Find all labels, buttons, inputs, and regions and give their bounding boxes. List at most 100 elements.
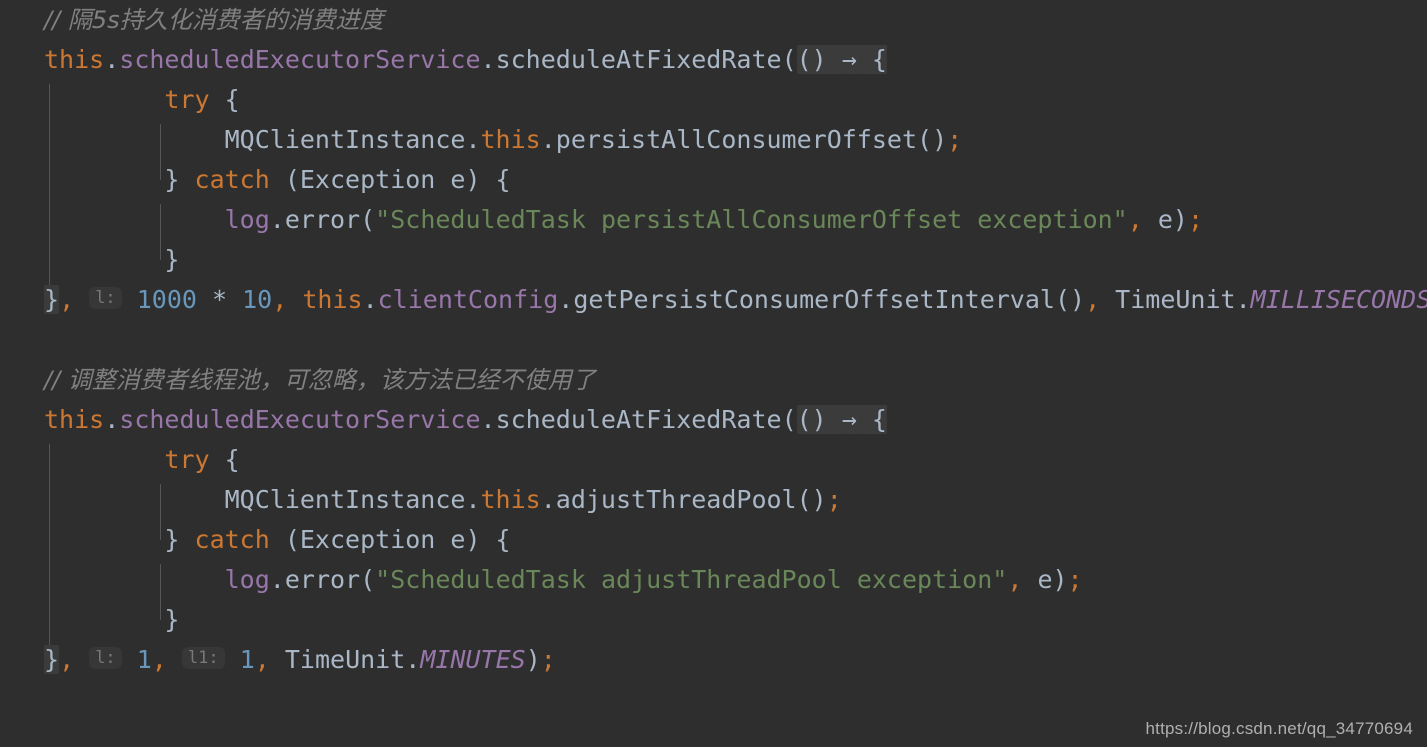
code-token-meth: persistAllConsumerOffset [555, 125, 918, 154]
code-token-kw: catch [194, 525, 270, 554]
code-token-plain: → [841, 45, 857, 74]
inlay-parameter-hint: l: [89, 647, 122, 669]
code-token-plain: e) [1142, 205, 1188, 234]
code-line[interactable]: try { [0, 80, 1427, 120]
code-token-plain: MQClientInstance [44, 485, 466, 514]
code-token-fld: log [224, 565, 270, 594]
code-token-kw: this [480, 485, 541, 514]
code-token-meth: error [284, 565, 361, 594]
code-token-kw: this [302, 285, 363, 314]
code-token-meth: error [284, 205, 361, 234]
code-token-plain: } [44, 245, 180, 274]
inlay-parameter-hint: l: [89, 287, 122, 309]
code-token-plain: . [104, 405, 120, 434]
code-token-punc: , [59, 645, 75, 674]
code-token-plain: ) [525, 645, 541, 674]
code-token-meth: getPersistConsumerOffsetInterval [573, 285, 1055, 314]
code-line[interactable]: }, l: 1000 * 10, this.clientConfig.getPe… [0, 280, 1427, 320]
code-token-num: 1000 [136, 285, 197, 314]
code-line[interactable]: try { [0, 440, 1427, 480]
code-line[interactable]: // 调整消费者线程池，可忽略，该方法已经不使用了 [0, 360, 1427, 400]
code-token-plain: } [44, 165, 195, 194]
code-token-fld: scheduledExecutorService [119, 405, 481, 434]
code-line[interactable]: }, l: 1, l1: 1, TimeUnit.MINUTES); [0, 640, 1427, 680]
code-token-plain: . [269, 565, 285, 594]
code-token-plain: { [856, 45, 887, 74]
code-token-cnst: MILLISECONDS [1250, 285, 1427, 314]
code-token-plain: (Exception e) { [269, 525, 511, 554]
code-token-kw: try [164, 85, 210, 114]
code-token-plain: () [917, 125, 948, 154]
code-line[interactable]: log.error("ScheduledTask adjustThreadPoo… [0, 560, 1427, 600]
code-token-plain: { [209, 445, 240, 474]
code-token-punc: , [1007, 565, 1023, 594]
inlay-parameter-hint: l1: [181, 647, 225, 669]
code-token-punc: ; [1067, 565, 1083, 594]
code-token-plain: . [269, 205, 285, 234]
code-token-meth: adjustThreadPool [555, 485, 797, 514]
code-token-plain: } [44, 285, 60, 314]
code-content[interactable]: // 隔5s持久化消费者的消费进度 this.scheduledExecutorS… [0, 0, 1427, 680]
code-token-punc: , [59, 285, 75, 314]
code-token-num: 10 [242, 285, 273, 314]
code-token-num: 1 [239, 645, 255, 674]
code-token-plain: ( [781, 405, 797, 434]
code-token-punc: , [151, 645, 167, 674]
watermark-url: https://blog.csdn.net/qq_34770694 [1145, 719, 1413, 738]
code-token-punc: , [272, 285, 288, 314]
code-token-plain: . [465, 125, 481, 154]
code-token-str: "ScheduledTask adjustThreadPool exceptio… [375, 565, 1008, 594]
code-token-plain: ( [360, 565, 376, 594]
code-line[interactable]: this.scheduledExecutorService.scheduleAt… [0, 400, 1427, 440]
code-token-plain: { [209, 85, 240, 114]
code-token-plain: MQClientInstance [44, 125, 466, 154]
code-token-fld: log [224, 205, 270, 234]
code-token-plain: . [480, 45, 496, 74]
code-token-plain: . [465, 485, 481, 514]
code-token-punc: ; [826, 485, 842, 514]
code-editor[interactable]: // 隔5s持久化消费者的消费进度 this.scheduledExecutorS… [0, 0, 1427, 747]
code-line[interactable] [0, 320, 1427, 360]
code-token-plain: . [558, 285, 574, 314]
code-token-meth: scheduleAtFixedRate [495, 45, 782, 74]
code-token-plain: () [796, 45, 842, 74]
code-line[interactable]: } catch (Exception e) { [0, 160, 1427, 200]
code-token-plain: . [104, 45, 120, 74]
code-line[interactable]: // 隔5s持久化消费者的消费进度 [0, 0, 1427, 40]
code-line[interactable]: } catch (Exception e) { [0, 520, 1427, 560]
code-token-punc: ; [540, 645, 556, 674]
code-line[interactable]: MQClientInstance.this.adjustThreadPool()… [0, 480, 1427, 520]
code-token-plain: () [1054, 285, 1086, 314]
code-token-plain: () [796, 405, 842, 434]
code-token-plain: . [540, 125, 556, 154]
code-token-fld: scheduledExecutorService [119, 45, 481, 74]
code-token-cmt: // 隔5s持久化消费者的消费进度 [44, 6, 384, 34]
code-line[interactable]: } [0, 600, 1427, 640]
code-token-str: "ScheduledTask persistAllConsumerOffset … [375, 205, 1128, 234]
code-token-kw: try [164, 445, 210, 474]
code-token-punc: ; [1187, 205, 1204, 234]
code-token-fld: clientConfig [377, 285, 559, 314]
code-token-cmt: // 调整消费者线程池，可忽略，该方法已经不使用了 [44, 366, 596, 394]
code-token-kw: this [44, 405, 105, 434]
code-line[interactable]: this.scheduledExecutorService.scheduleAt… [0, 40, 1427, 80]
code-token-plain: } [44, 645, 60, 674]
code-line[interactable]: } [0, 240, 1427, 280]
code-token-plain: → [841, 405, 857, 434]
code-token-punc: , [254, 645, 270, 674]
code-token-plain: (Exception e) { [269, 165, 511, 194]
code-line[interactable]: log.error("ScheduledTask persistAllConsu… [0, 200, 1427, 240]
code-token-num: 1 [136, 645, 152, 674]
code-token-meth: scheduleAtFixedRate [495, 405, 782, 434]
code-token-plain: . [540, 485, 556, 514]
code-line[interactable]: MQClientInstance.this.persistAllConsumer… [0, 120, 1427, 160]
code-token-plain: TimeUnit. [269, 645, 421, 674]
